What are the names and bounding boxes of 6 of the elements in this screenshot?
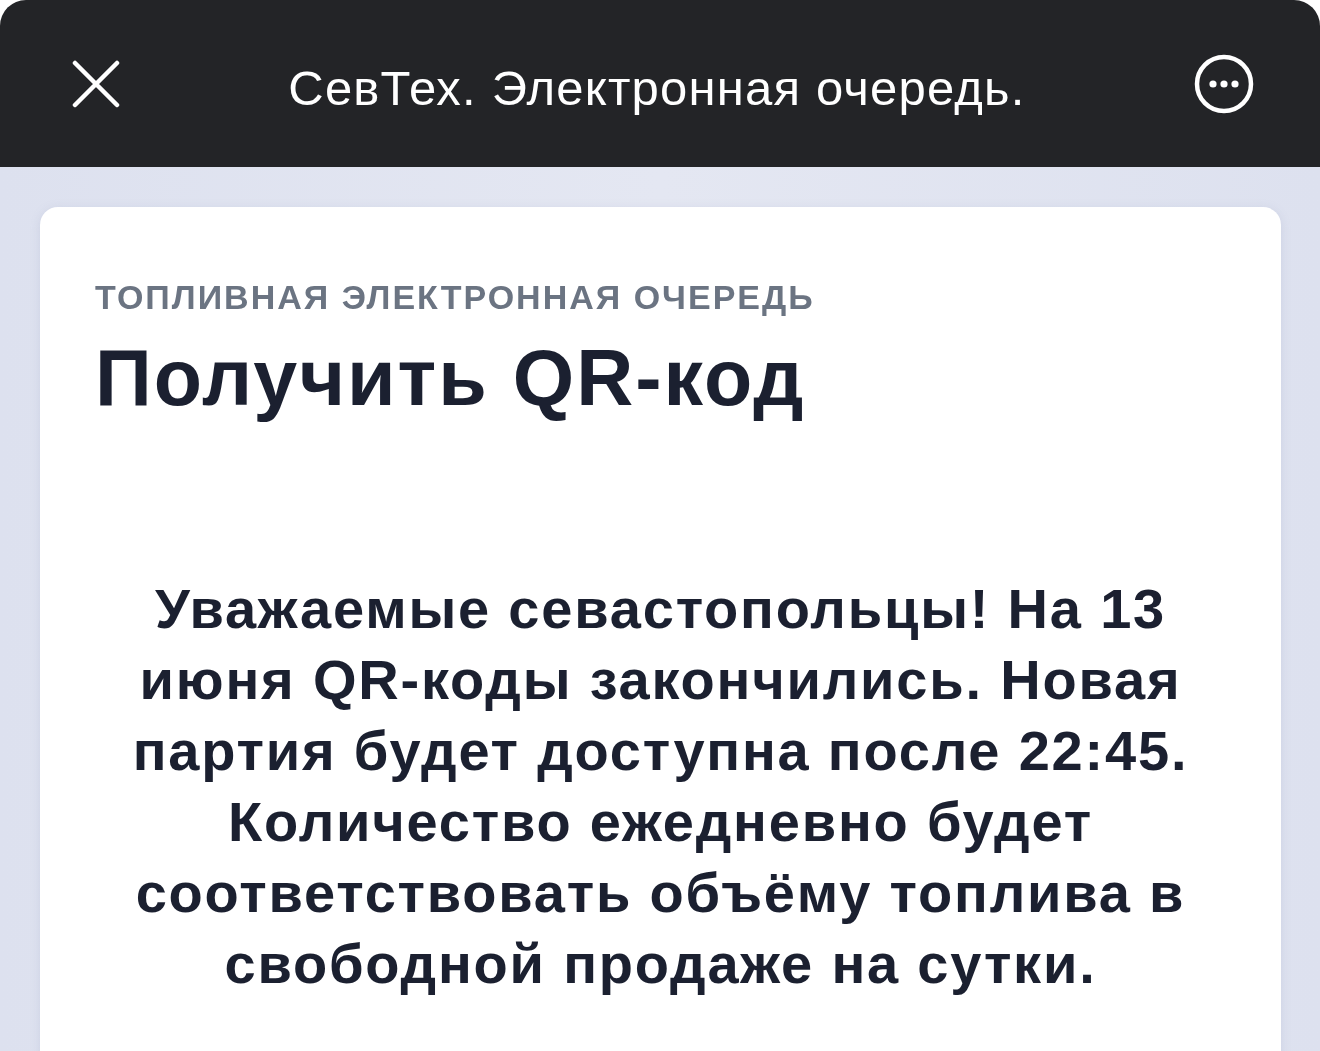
notice-text: Уважаемые севастопольцы! На 13 июня QR-коды закончились. Новая партия будет доступна после 22:45. Количество ежедневно будет соответствовать объёму топлива в свободной продаже на сутки. bbox=[131, 576, 1190, 997]
section-label: ТОПЛИВНАЯ ЭЛЕКТРОННАЯ ОЧЕРЕДЬ bbox=[95, 279, 816, 315]
more-icon[interactable] bbox=[1194, 53, 1254, 114]
page-heading: Получить QR-код bbox=[95, 333, 807, 423]
window-title: СевТех. Электронная очередь. bbox=[287, 59, 1027, 117]
close-icon[interactable] bbox=[72, 59, 120, 108]
